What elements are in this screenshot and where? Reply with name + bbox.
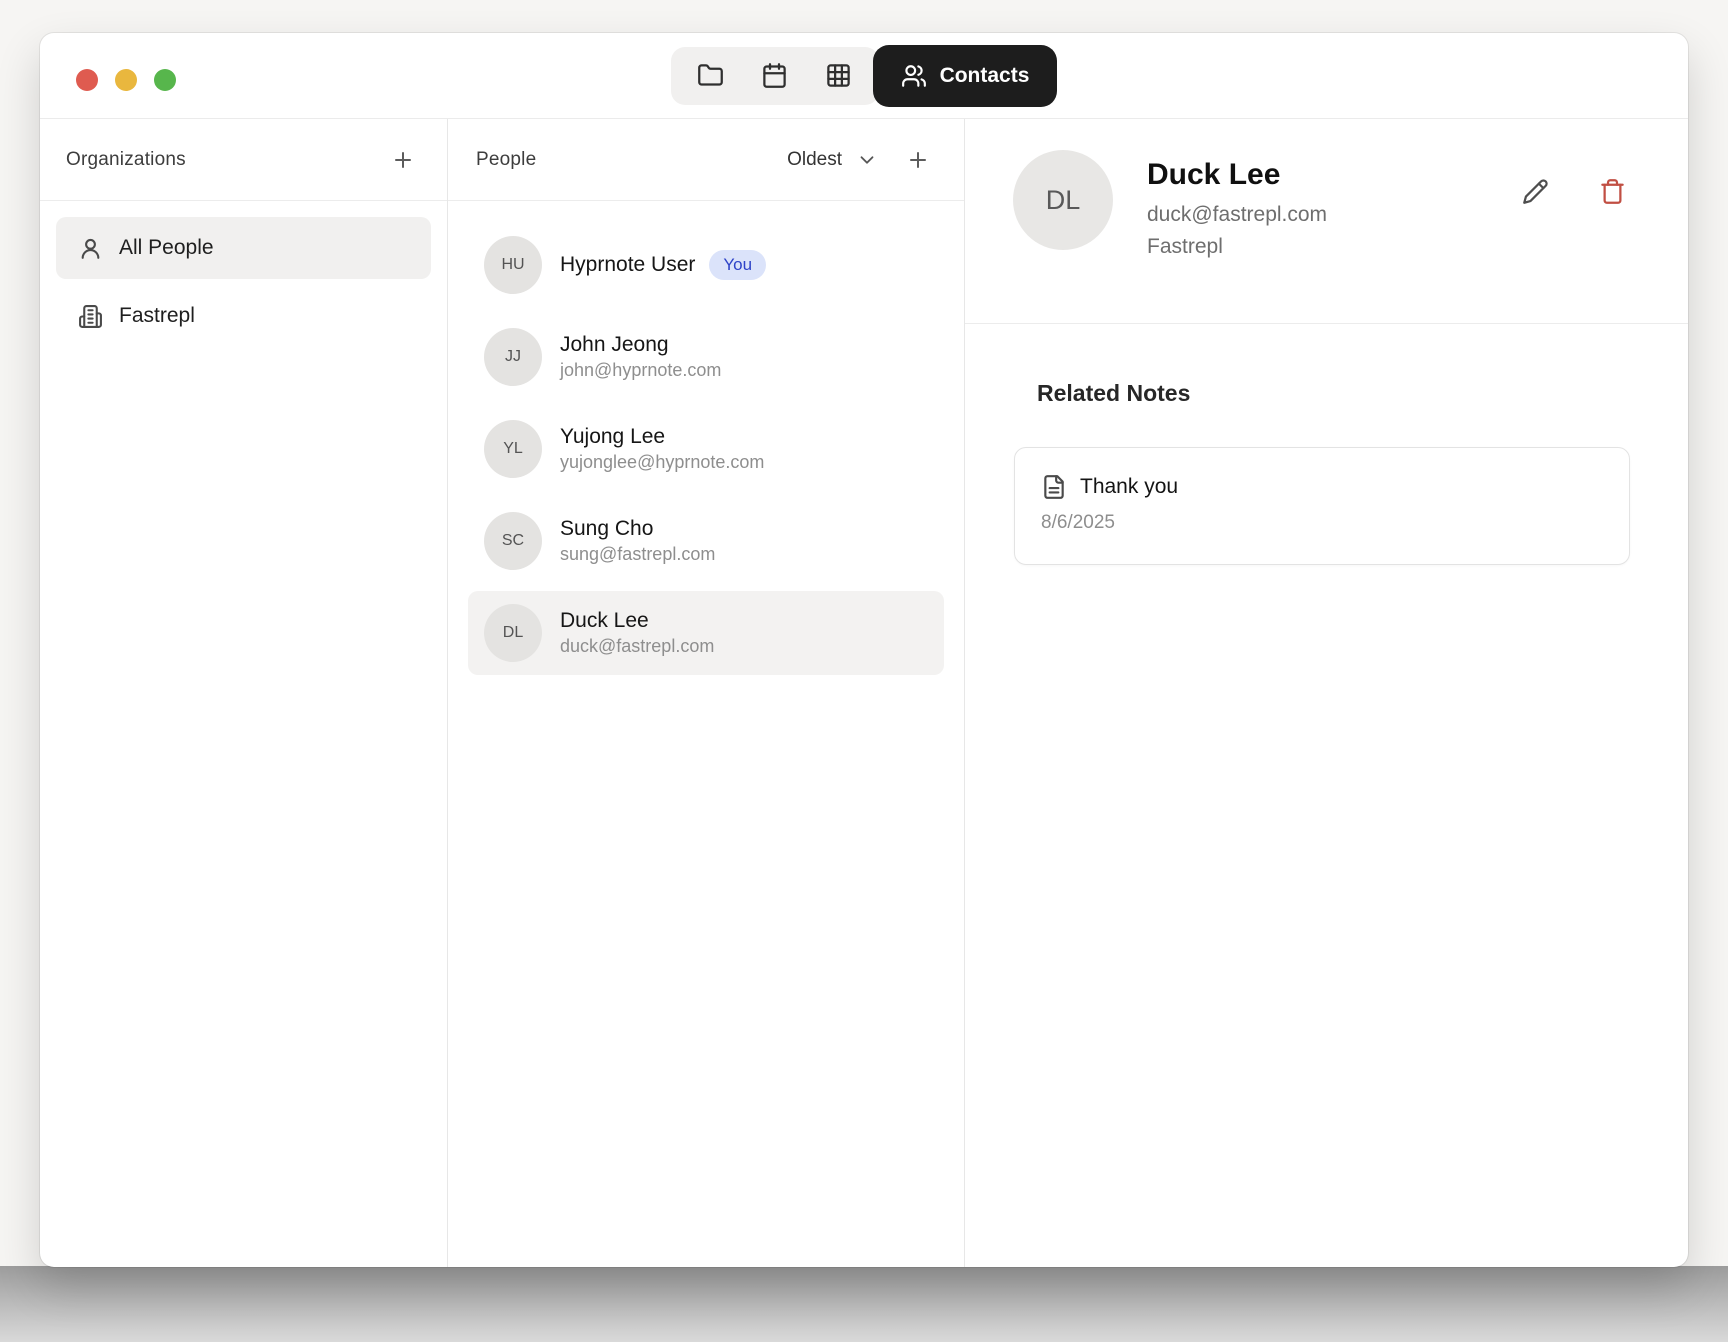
person-name: Sung Cho [560,517,715,541]
sidebar-item-label: All People [119,236,214,260]
avatar: DL [484,604,542,662]
building-icon [78,304,103,329]
tab-contacts-active[interactable]: Contacts [873,45,1058,107]
avatar: JJ [484,328,542,386]
contact-name: Duck Lee [1147,158,1327,192]
tab-calendar[interactable] [743,47,807,105]
person-name: Yujong Lee [560,425,764,449]
related-notes-title: Related Notes [1037,380,1630,407]
sidebar-item-label: Fastrepl [119,304,195,328]
person-name: John Jeong [560,333,721,357]
folder-icon [697,62,724,89]
plus-icon [906,148,930,172]
contact-detail-header: DL Duck Lee duck@fastrepl.com Fastrepl [965,119,1688,324]
avatar: YL [484,420,542,478]
organizations-title: Organizations [66,149,186,171]
note-card-thank-you[interactable]: Thank you 8/6/2025 [1014,447,1630,565]
plus-icon [391,148,415,172]
sidebar-item-fastrepl[interactable]: Fastrepl [56,285,431,347]
avatar: SC [484,512,542,570]
organizations-sidebar: Organizations All People [40,119,448,1267]
contact-detail-panel: DL Duck Lee duck@fastrepl.com Fastrepl [965,119,1688,1267]
person-email: sung@fastrepl.com [560,544,715,565]
main-content: Organizations All People [40,119,1688,1267]
person-email: john@hyprnote.com [560,360,721,381]
chevron-down-icon [856,149,878,171]
person-name: Hyprnote User [560,253,695,277]
edit-contact-button[interactable] [1516,172,1555,211]
person-name: Duck Lee [560,609,714,633]
file-text-icon [1041,474,1067,500]
people-panel: People Oldest HU [448,119,965,1267]
related-notes-section: Related Notes Thank you 8/6/2025 [965,324,1688,565]
contact-avatar: DL [1013,150,1113,250]
note-title: Thank you [1080,475,1178,499]
sidebar-item-all-people[interactable]: All People [56,217,431,279]
calendar-icon [761,62,788,89]
person-row-sung-cho[interactable]: SC Sung Cho sung@fastrepl.com [468,499,944,583]
contact-actions [1516,172,1632,211]
avatar: HU [484,236,542,294]
tab-table[interactable] [807,47,871,105]
contact-email: duck@fastrepl.com [1147,203,1327,227]
organizations-list: All People Fastrepl [40,201,447,363]
person-row-duck-lee[interactable]: DL Duck Lee duck@fastrepl.com [468,591,944,675]
contact-organization: Fastrepl [1147,235,1327,259]
you-badge: You [709,250,766,280]
users-icon [901,63,927,89]
tab-notes[interactable] [679,47,743,105]
pencil-icon [1522,178,1549,205]
sort-dropdown[interactable]: Oldest [787,149,878,171]
person-row-yujong-lee[interactable]: YL Yujong Lee yujonglee@hyprnote.com [468,407,944,491]
note-date: 8/6/2025 [1041,512,1601,534]
add-organization-button[interactable] [385,142,421,178]
user-icon [78,236,103,261]
trash-icon [1599,178,1626,205]
add-person-button[interactable] [900,142,936,178]
traffic-lights [76,69,176,91]
table-icon [825,62,852,89]
zoom-window-button[interactable] [154,69,176,91]
view-switcher-segments [671,47,879,105]
delete-contact-button[interactable] [1593,172,1632,211]
view-switcher: Contacts [671,45,1058,107]
person-email: yujonglee@hyprnote.com [560,452,764,473]
organizations-header: Organizations [40,119,447,201]
people-list: HU Hyprnote User You JJ John Jeong john@… [448,201,964,705]
person-row-john-jeong[interactable]: JJ John Jeong john@hyprnote.com [468,315,944,399]
app-window: Contacts Organizations [40,33,1688,1267]
desktop-bottom-gradient [0,1266,1728,1342]
minimize-window-button[interactable] [115,69,137,91]
people-title: People [476,149,536,171]
people-header: People Oldest [448,119,964,201]
sort-value: Oldest [787,149,842,171]
tab-contacts-label: Contacts [940,64,1030,88]
close-window-button[interactable] [76,69,98,91]
titlebar: Contacts [40,33,1688,119]
person-email: duck@fastrepl.com [560,636,714,657]
person-row-hyprnote-user[interactable]: HU Hyprnote User You [468,223,944,307]
